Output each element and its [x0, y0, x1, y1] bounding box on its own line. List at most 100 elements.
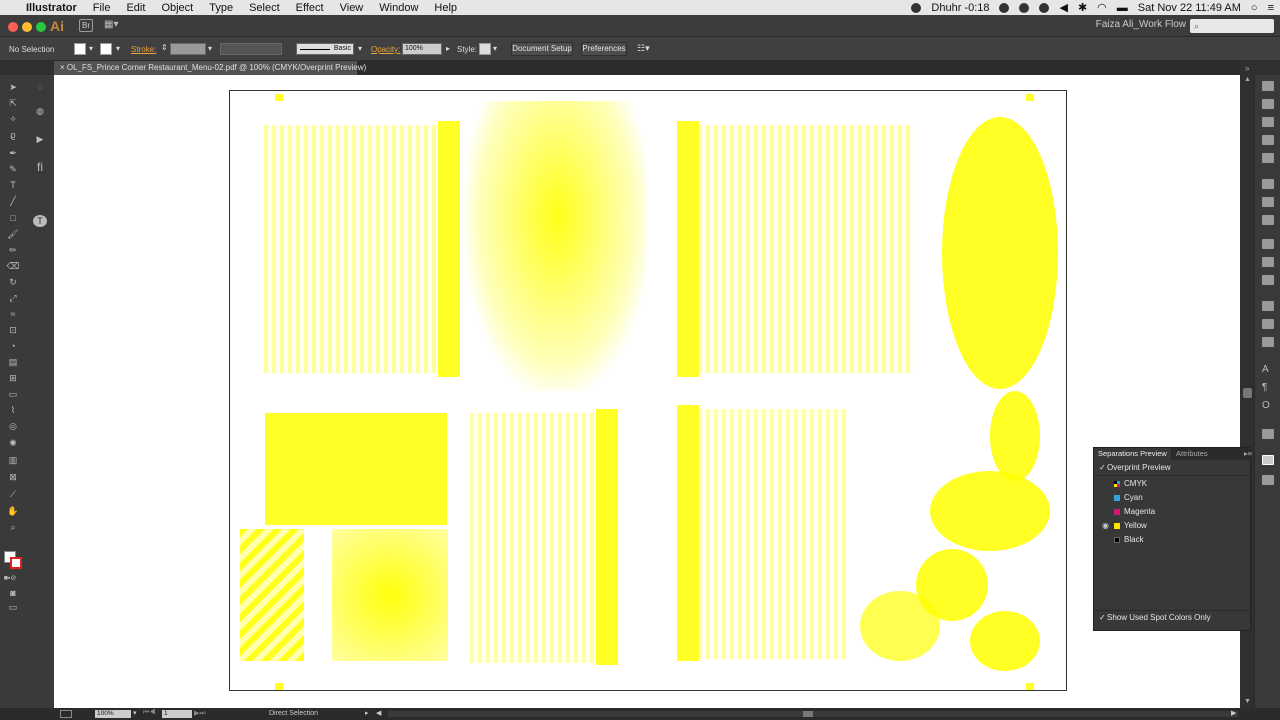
swatches-icon[interactable]: [1262, 117, 1274, 127]
eye-visibility-icon[interactable]: ◉: [1102, 519, 1109, 533]
variable-width-field[interactable]: [220, 43, 282, 55]
transform-icon[interactable]: [1262, 301, 1274, 311]
warp-tool-icon[interactable]: ≈: [6, 308, 20, 320]
zoom-dropdown-icon[interactable]: ▾: [133, 709, 137, 717]
free-transform-tool-icon[interactable]: ⊡: [6, 324, 20, 336]
volume-icon[interactable]: ◀: [1059, 1, 1067, 14]
magic-wand-tool-icon[interactable]: ✧: [6, 113, 20, 125]
opacity-arrow-icon[interactable]: ▸: [446, 44, 450, 53]
color-panel-icon[interactable]: [1262, 81, 1274, 91]
lasso-tool-icon[interactable]: ϱ: [6, 129, 20, 141]
mesh-tool-icon[interactable]: ⊞: [6, 372, 20, 384]
document-setup-button[interactable]: Document Setup: [511, 42, 573, 56]
prayer-time[interactable]: Dhuhr -0:18: [931, 2, 989, 14]
hand-tool-icon[interactable]: ✋: [6, 505, 20, 517]
menu-file[interactable]: File: [93, 2, 111, 14]
scroll-right-icon[interactable]: ▶: [1231, 709, 1236, 717]
paragraph-icon[interactable]: ¶: [1262, 383, 1274, 393]
draw-mode-icon[interactable]: ◙: [6, 587, 20, 599]
zoom-tool-icon[interactable]: ⌕: [6, 521, 20, 533]
bridge-button[interactable]: Br: [79, 19, 93, 32]
rectangle-tool-icon[interactable]: □: [6, 212, 20, 224]
document-tab[interactable]: × OL_FS_Prince Corner Restaurant_Menu-02…: [54, 61, 366, 75]
column-graph-tool-icon[interactable]: ▥: [6, 454, 20, 466]
stroke-weight-stepper-icon[interactable]: ⇕: [161, 43, 168, 52]
play-icon[interactable]: ▶: [33, 133, 47, 145]
knife-tool-icon[interactable]: ◌: [33, 81, 47, 93]
opacity-label[interactable]: Opacity:: [371, 45, 400, 54]
overprint-checkbox[interactable]: ✓: [1099, 461, 1106, 475]
first-artboard-icon[interactable]: ⏮◀: [143, 709, 156, 717]
menu-edit[interactable]: Edit: [126, 2, 145, 14]
attributes-icon[interactable]: [1262, 475, 1274, 485]
links-icon[interactable]: [1262, 429, 1274, 439]
gradient-tool-icon[interactable]: ▭: [6, 388, 20, 400]
transparency-icon[interactable]: [1262, 215, 1274, 225]
opentype-icon[interactable]: O: [1262, 401, 1274, 411]
artboard-nav-icon[interactable]: [60, 710, 72, 718]
overprint-preview-row[interactable]: ✓ Overprint Preview: [1094, 461, 1250, 475]
menu-view[interactable]: View: [340, 2, 364, 14]
touch-type-icon[interactable]: T: [33, 215, 47, 227]
color-mode-icons[interactable]: ■▪⊘: [3, 573, 17, 585]
record-icon[interactable]: [911, 2, 922, 13]
layers-icon[interactable]: [1262, 275, 1274, 285]
eraser-tool-icon[interactable]: ⌫: [6, 260, 20, 272]
ink-row-cyan[interactable]: Cyan: [1094, 491, 1250, 505]
panel-collapse-icon[interactable]: »: [1245, 64, 1249, 73]
glyph-fi-icon[interactable]: ﬁ: [33, 161, 47, 173]
style-dropdown-icon[interactable]: ▾: [493, 44, 497, 53]
stroke-swatch[interactable]: [100, 43, 112, 55]
symbols-icon[interactable]: [1262, 153, 1274, 163]
menu-help[interactable]: Help: [434, 2, 457, 14]
line-tool-icon[interactable]: ╱: [6, 195, 20, 207]
graphic-styles-icon[interactable]: [1262, 257, 1274, 267]
color-guide-icon[interactable]: [1262, 99, 1274, 109]
opacity-field[interactable]: 100%: [402, 43, 442, 55]
slice-tool-icon[interactable]: ⟋: [6, 488, 20, 500]
menu-effect[interactable]: Effect: [296, 2, 324, 14]
zoom-window-button[interactable]: [36, 22, 46, 32]
last-artboard-icon[interactable]: ▶⏭: [194, 709, 206, 718]
wifi-icon[interactable]: ◠: [1097, 1, 1107, 14]
minimize-window-button[interactable]: [22, 22, 32, 32]
flag-icon[interactable]: ▬: [1117, 2, 1128, 14]
pencil-tool-icon[interactable]: ✏: [6, 244, 20, 256]
pathfinder-icon[interactable]: [1262, 337, 1274, 347]
artboard-number-field[interactable]: 1: [162, 710, 192, 718]
shape-builder-tool-icon[interactable]: ◔: [6, 340, 20, 352]
horizontal-scroll-thumb[interactable]: [803, 711, 813, 717]
tab-close-icon[interactable]: ×: [60, 63, 65, 72]
style-swatch[interactable]: [479, 43, 491, 55]
stroke-dropdown-icon[interactable]: ▾: [116, 44, 120, 53]
blend-tool-icon[interactable]: ◎: [6, 420, 20, 432]
status-icon[interactable]: [1019, 2, 1030, 13]
gradient-panel-icon[interactable]: [1262, 197, 1274, 207]
scroll-left-icon[interactable]: ◀: [376, 709, 381, 717]
close-window-button[interactable]: [8, 22, 18, 32]
artboard[interactable]: [229, 90, 1067, 691]
stroke-label[interactable]: Stroke:: [131, 45, 156, 54]
rotate-view-tool-icon[interactable]: ◍: [33, 105, 47, 117]
stroke-color-swatch[interactable]: [10, 557, 22, 569]
scale-tool-icon[interactable]: ⤢: [6, 292, 20, 304]
perspective-grid-tool-icon[interactable]: ▤: [6, 356, 20, 368]
zoom-field[interactable]: 100%: [95, 710, 131, 718]
bluetooth-icon[interactable]: ✱: [1078, 1, 1087, 14]
vertical-scroll-thumb[interactable]: [1243, 388, 1252, 398]
align-icon[interactable]: [1262, 319, 1274, 329]
artboard-tool-icon[interactable]: ⊠: [6, 471, 20, 483]
ink-row-cmyk[interactable]: CMYK: [1094, 477, 1250, 491]
scroll-down-icon[interactable]: ▼: [1244, 698, 1251, 705]
horizontal-scrollbar[interactable]: [388, 711, 1238, 717]
brushes-icon[interactable]: [1262, 135, 1274, 145]
notifications-icon[interactable]: ≡: [1268, 2, 1274, 14]
symbol-sprayer-tool-icon[interactable]: ✺: [6, 437, 20, 449]
ink-row-black[interactable]: Black: [1094, 533, 1250, 547]
separations-preview-icon[interactable]: [1262, 455, 1274, 465]
brush-dropdown-icon[interactable]: ▾: [358, 44, 362, 53]
spot-colors-row[interactable]: ✓ Show Used Spot Colors Only: [1094, 611, 1250, 625]
clock-icon[interactable]: [1039, 2, 1050, 13]
workspace-switcher[interactable]: Faiza Ali_Work Flow: [1096, 19, 1186, 30]
sync-icon[interactable]: [999, 2, 1010, 13]
